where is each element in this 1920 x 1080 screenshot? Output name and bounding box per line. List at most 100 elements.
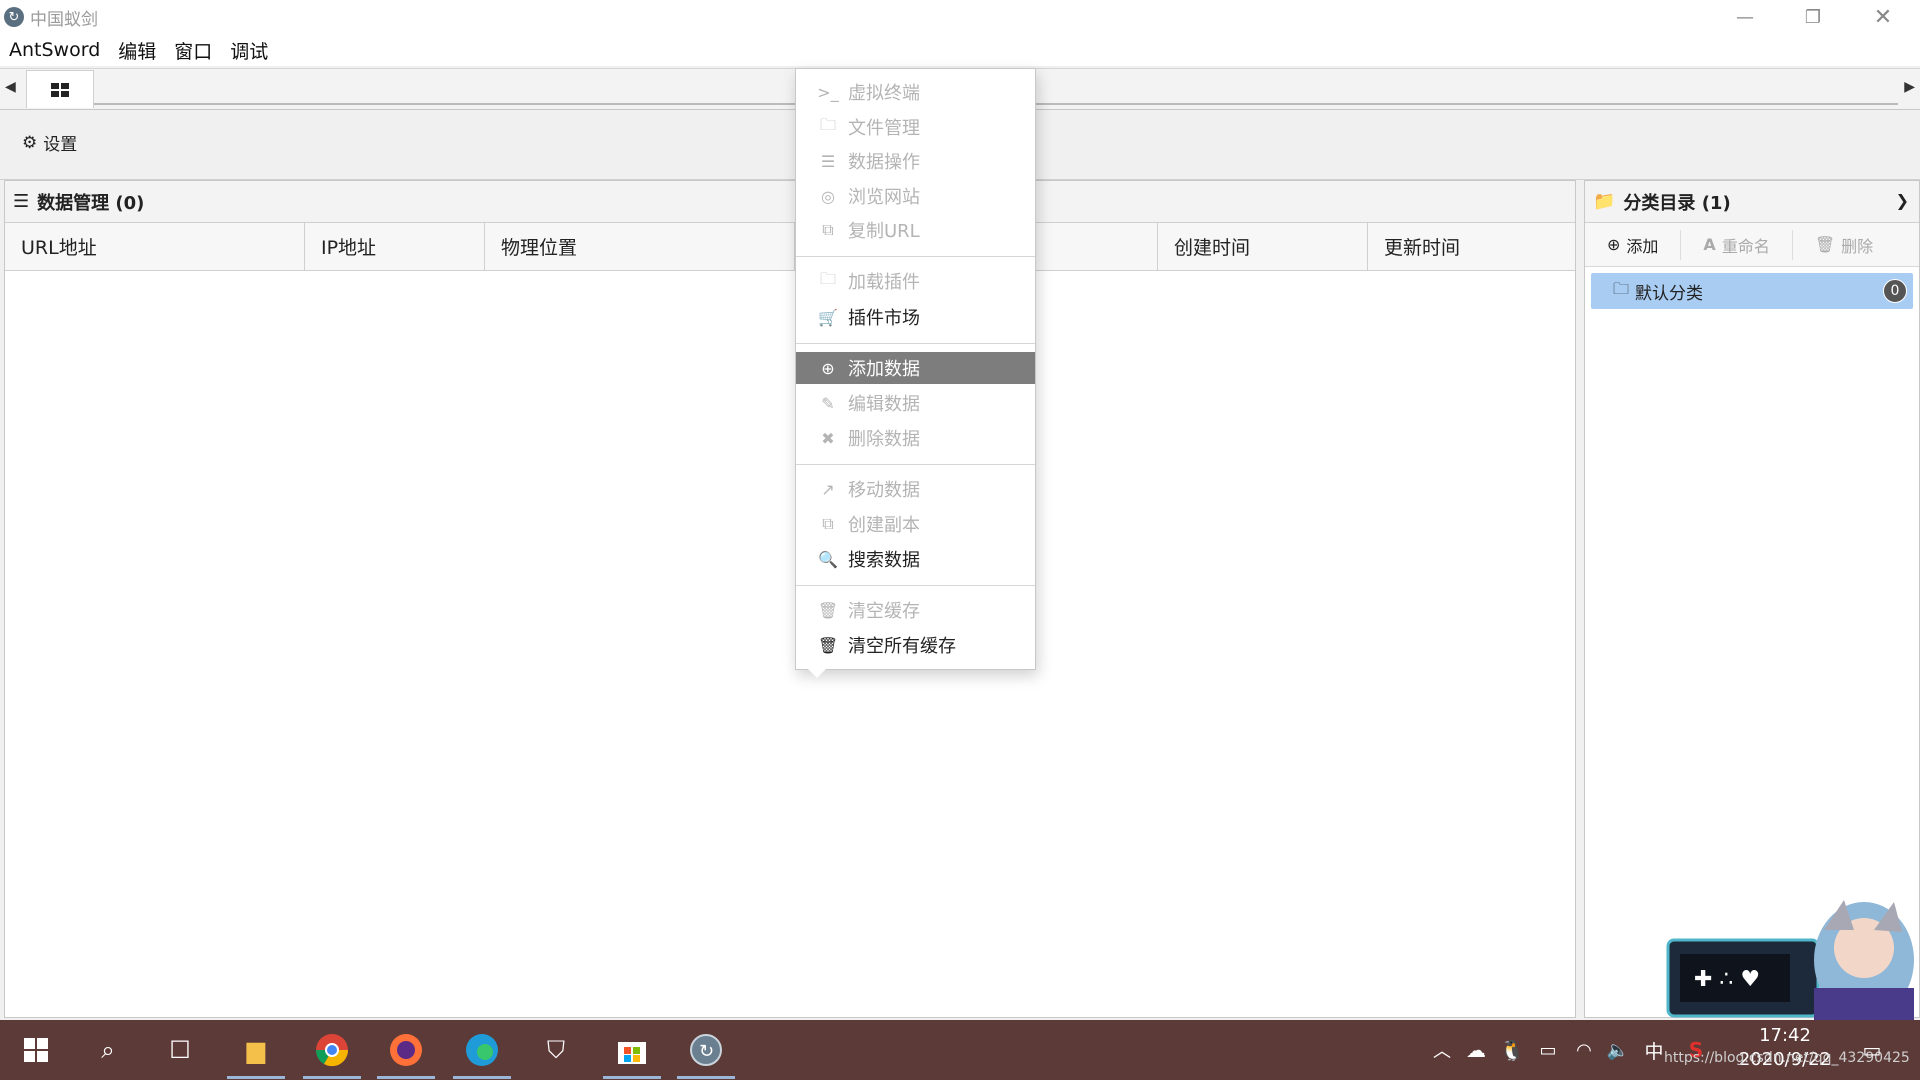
- menu-item-label: 创建副本: [848, 515, 920, 536]
- notification-icon[interactable]: ▭: [1852, 1030, 1892, 1070]
- rename-category-label: 重命名: [1721, 236, 1770, 256]
- menu-item-label: 插件市场: [848, 308, 920, 329]
- data-panel-title: 数据管理 (0): [37, 192, 145, 214]
- list-icon: ☰: [13, 191, 30, 212]
- plus-circle-icon: ⊕: [821, 358, 835, 378]
- category-panel-title: 分类目录 (1): [1623, 192, 1731, 214]
- delete-category-button[interactable]: 🗑 删除: [1793, 230, 1895, 260]
- menu-item-clear-cache[interactable]: 🗑 清空缓存: [796, 594, 1035, 626]
- menu-item-label: 浏览网站: [848, 187, 920, 208]
- category-panel: 📁 分类目录 (1) ❯ ⊕ 添加 A 重命名 🗑 删除 🗀 默认分类 0: [1584, 180, 1920, 1018]
- rename-category-button[interactable]: A 重命名: [1681, 229, 1793, 260]
- active-indicator: [603, 1076, 661, 1079]
- cart-icon: 🛒: [818, 307, 838, 327]
- add-category-label: 添加: [1626, 236, 1659, 256]
- desktop-pet-image: ✚ ∴ ♥: [1666, 900, 1914, 1020]
- active-indicator: [453, 1076, 511, 1079]
- minimize-button[interactable]: —: [1710, 0, 1780, 34]
- menu-item-label: 清空所有缓存: [848, 636, 956, 657]
- column-ip[interactable]: IP地址: [305, 223, 485, 270]
- volume-icon[interactable]: 🔈: [1598, 1030, 1638, 1070]
- settings-button[interactable]: ⚙ 设置: [22, 130, 78, 156]
- table-body[interactable]: [5, 271, 1575, 1015]
- active-indicator: [227, 1076, 285, 1079]
- data-management-panel: ☰ 数据管理 (0) URL地址 IP地址 物理位置 网站备注 创建时间 更新时…: [4, 180, 1576, 1018]
- menu-item-database[interactable]: ☰ 数据操作: [796, 145, 1035, 177]
- chrome-icon: ◎: [821, 186, 835, 206]
- menu-item-label: 加载插件: [848, 272, 920, 293]
- category-item-default[interactable]: 🗀 默认分类 0: [1591, 273, 1913, 309]
- active-indicator: [377, 1076, 435, 1079]
- task-view-icon[interactable]: ☐: [160, 1030, 200, 1070]
- share-icon: ↗: [821, 479, 835, 499]
- svg-text:✚ ∴ ♥: ✚ ∴ ♥: [1694, 967, 1760, 992]
- column-url[interactable]: URL地址: [5, 223, 305, 270]
- menu-item-move-data[interactable]: ↗ 移动数据: [796, 473, 1035, 505]
- search-icon[interactable]: ⌕: [88, 1030, 128, 1070]
- plus-circle-icon: ⊕: [1607, 235, 1621, 254]
- menu-item-clear-all-cache[interactable]: 🗑 清空所有缓存: [796, 629, 1035, 661]
- store-icon[interactable]: [612, 1030, 652, 1070]
- menu-item-delete-data[interactable]: ✖ 删除数据: [796, 422, 1035, 454]
- menu-item-label: 清空缓存: [848, 601, 920, 622]
- taskbar: ⌕ ☐ ▆ ⛉ ↻ ︿ ☁ 🐧 ▭ ◠ 🔈 中 S 17:42 2020/9/2…: [0, 1020, 1920, 1080]
- chrome-icon[interactable]: [312, 1030, 352, 1070]
- copy-icon: ⧉: [822, 514, 834, 533]
- column-location[interactable]: 物理位置: [485, 223, 795, 270]
- tab-scroll-left-icon[interactable]: ◀: [5, 79, 16, 95]
- onedrive-icon[interactable]: ☁: [1456, 1030, 1496, 1070]
- menu-item-search-data[interactable]: 🔍 搜索数据: [796, 543, 1035, 575]
- chevron-right-icon[interactable]: ❯: [1896, 191, 1909, 210]
- qq-icon[interactable]: 🐧: [1492, 1030, 1532, 1070]
- menu-item-edit-data[interactable]: ✎ 编辑数据: [796, 387, 1035, 419]
- antsword-logo-icon: ↻: [4, 7, 24, 27]
- menu-debug[interactable]: 调试: [230, 37, 268, 64]
- close-button[interactable]: ✕: [1848, 0, 1918, 34]
- menu-window[interactable]: 窗口: [174, 37, 212, 64]
- folder-icon: 🗀: [819, 114, 836, 134]
- menu-edit[interactable]: 编辑: [118, 37, 156, 64]
- firefox-icon[interactable]: [386, 1030, 426, 1070]
- menu-item-plugin-market[interactable]: 🛒 插件市场: [796, 301, 1035, 333]
- tab-home[interactable]: [26, 70, 94, 108]
- menu-item-browse-site[interactable]: ◎ 浏览网站: [796, 180, 1035, 212]
- tab-scroll-right-icon[interactable]: ▶: [1904, 79, 1915, 95]
- menu-item-file-manager[interactable]: 🗀 文件管理: [796, 111, 1035, 143]
- battery-icon[interactable]: ▭: [1528, 1030, 1568, 1070]
- column-created[interactable]: 创建时间: [1158, 223, 1368, 270]
- trash-icon: 🗑: [1814, 235, 1836, 254]
- file-explorer-icon[interactable]: ▆: [236, 1030, 276, 1070]
- security-icon[interactable]: ⛉: [536, 1030, 576, 1070]
- category-toolbar: ⊕ 添加 A 重命名 🗑 删除: [1585, 223, 1919, 267]
- windows-start-icon[interactable]: [16, 1030, 56, 1070]
- column-updated[interactable]: 更新时间: [1368, 223, 1575, 270]
- settings-label: 设置: [43, 135, 78, 155]
- menu-item-label: 搜索数据: [848, 550, 920, 571]
- menu-item-load-plugin[interactable]: 🗀 加载插件: [796, 265, 1035, 297]
- title-bar: ↻ 中国蚁剑 — ❐ ✕: [0, 0, 1920, 34]
- gear-icon: ⚙: [22, 132, 38, 153]
- menu-separator: [796, 585, 1035, 586]
- menu-item-create-copy[interactable]: ⧉ 创建副本: [796, 508, 1035, 540]
- restore-button[interactable]: ❐: [1778, 0, 1848, 34]
- menu-antsword[interactable]: AntSword: [9, 39, 100, 61]
- menu-bar: AntSword 编辑 窗口 调试: [0, 34, 1920, 66]
- add-category-button[interactable]: ⊕ 添加: [1585, 229, 1682, 260]
- table-header: URL地址 IP地址 物理位置 网站备注 创建时间 更新时间: [5, 223, 1575, 271]
- menu-item-virtual-terminal[interactable]: >_ 虚拟终端: [796, 76, 1035, 108]
- folder-icon: 📁: [1593, 191, 1616, 212]
- menu-separator: [796, 343, 1035, 344]
- delete-category-label: 删除: [1841, 236, 1874, 256]
- antsword-icon[interactable]: ↻: [686, 1030, 726, 1070]
- trash-icon: 🗑: [817, 600, 839, 620]
- edge-icon[interactable]: [462, 1030, 502, 1070]
- menu-item-label: 文件管理: [848, 118, 920, 139]
- menu-item-add-data[interactable]: ⊕ 添加数据: [796, 352, 1035, 384]
- category-count-badge: 0: [1883, 279, 1907, 303]
- menu-item-copy-url[interactable]: ⧉ 复制URL: [796, 214, 1035, 246]
- menu-item-label: 添加数据: [848, 359, 920, 380]
- context-menu: >_ 虚拟终端 🗀 文件管理 ☰ 数据操作 ◎ 浏览网站 ⧉ 复制URL 🗀 加…: [795, 68, 1036, 678]
- edit-icon: ✎: [821, 393, 835, 413]
- trash-icon: 🗑: [817, 635, 839, 655]
- menu-item-label: 移动数据: [848, 480, 920, 501]
